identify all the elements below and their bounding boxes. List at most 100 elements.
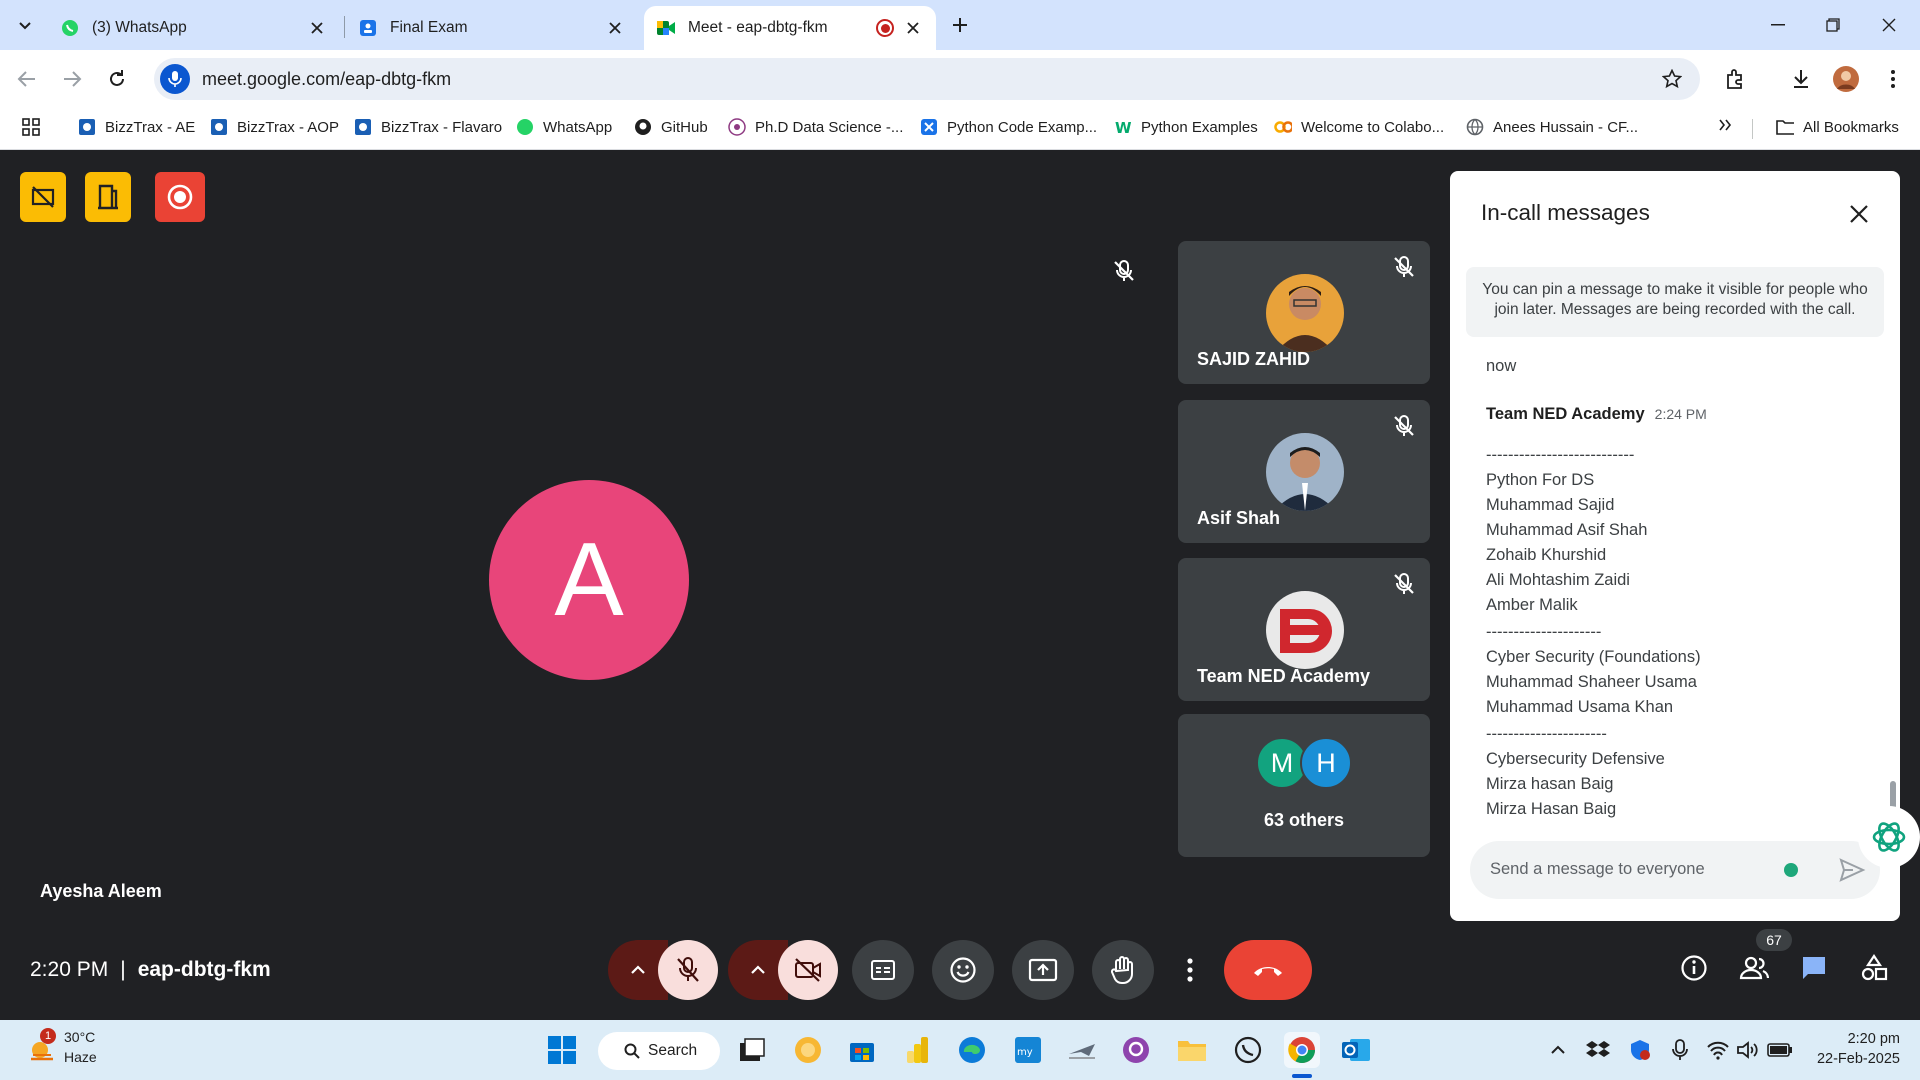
task-view-icon[interactable] — [734, 1032, 770, 1068]
colab-icon — [1274, 118, 1292, 136]
camera-toggle-button[interactable] — [778, 940, 838, 1000]
restore-window-icon[interactable] — [1810, 8, 1856, 42]
tray-microphone-icon[interactable] — [1662, 1032, 1698, 1068]
close-tab-icon[interactable] — [904, 19, 922, 37]
back-icon[interactable] — [10, 62, 44, 96]
file-explorer-icon[interactable] — [1174, 1032, 1210, 1068]
send-icon[interactable] — [1838, 856, 1866, 884]
battery-icon[interactable] — [1762, 1032, 1798, 1068]
people-icon[interactable] — [1732, 946, 1776, 990]
bookmark-colab[interactable]: Welcome to Colabo... — [1274, 118, 1444, 136]
participant-tile[interactable]: Asif Shah — [1178, 400, 1430, 543]
microphone-icon[interactable] — [160, 64, 190, 94]
windows-taskbar: 1 30°C Haze Search my 2:20 pm 22-Feb-202… — [0, 1020, 1920, 1080]
message-input-box[interactable]: Send a message to everyone — [1470, 841, 1880, 899]
bookmark-phd-data-science[interactable]: Ph.D Data Science -... — [728, 118, 903, 136]
tab-search-button[interactable] — [8, 8, 42, 42]
activities-icon[interactable] — [1852, 946, 1896, 990]
grammarly-dot-icon[interactable] — [1784, 863, 1798, 877]
message-line: ---------------------- — [1486, 725, 1607, 743]
meeting-info-separator: | — [120, 958, 126, 981]
more-bookmarks-chevron-icon[interactable] — [1718, 118, 1732, 132]
bookmark-python-code-examples[interactable]: Python Code Examp... — [920, 118, 1097, 136]
message-header: Team NED Academy 2:24 PM — [1486, 405, 1707, 424]
github-desktop-icon[interactable] — [1118, 1032, 1154, 1068]
reactions-button[interactable] — [932, 940, 994, 1000]
w3schools-icon: W — [1114, 118, 1132, 136]
others-tile[interactable]: M H 63 others — [1178, 714, 1430, 857]
bookmark-bizztrax-flavaro[interactable]: BizzTrax - Flavaro — [354, 118, 502, 136]
chrome-taskbar-icon[interactable] — [1284, 1032, 1320, 1068]
bookmark-bizztrax-ae[interactable]: BizzTrax - AE — [78, 118, 195, 136]
downloads-icon[interactable] — [1784, 62, 1818, 96]
participant-photo — [1266, 433, 1344, 511]
url-text: meet.google.com/eap-dbtg-fkm — [202, 68, 452, 89]
university-seal-icon — [728, 118, 746, 136]
close-tab-icon[interactable] — [606, 19, 624, 37]
chatgpt-assistant-icon[interactable] — [1858, 806, 1920, 868]
taskbar-search[interactable]: Search — [598, 1032, 720, 1070]
message-line: Cyber Security (Foundations) — [1486, 648, 1701, 666]
bookmark-bizztrax-aop[interactable]: BizzTrax - AOP — [210, 118, 339, 136]
raise-hand-button[interactable] — [1092, 940, 1154, 1000]
bookmark-anees-hussain[interactable]: Anees Hussain - CF... — [1466, 118, 1638, 136]
bookmark-star-icon[interactable] — [1661, 68, 1683, 94]
dropbox-icon[interactable] — [1580, 1032, 1616, 1068]
participant-tile[interactable]: Team NED Academy — [1178, 558, 1430, 701]
close-window-icon[interactable] — [1866, 8, 1912, 42]
all-bookmarks-button[interactable]: All Bookmarks — [1776, 118, 1899, 136]
bizztrax-icon — [78, 118, 96, 136]
microsoft-store-icon[interactable] — [844, 1032, 880, 1068]
close-panel-icon[interactable] — [1844, 199, 1874, 229]
participant-tile[interactable]: SAJID ZAHID — [1178, 241, 1430, 384]
tab-final-exam[interactable]: Final Exam — [348, 6, 638, 50]
bookmark-python-examples[interactable]: W Python Examples — [1114, 118, 1258, 137]
clock-date: 22-Feb-2025 — [1816, 1051, 1900, 1067]
whatsapp-desktop-icon[interactable] — [1230, 1032, 1266, 1068]
new-tab-icon[interactable] — [943, 8, 977, 42]
bookmark-whatsapp[interactable]: WhatsApp — [516, 118, 612, 136]
chrome-menu-icon[interactable] — [1876, 62, 1910, 96]
more-options-icon[interactable] — [1168, 940, 1212, 1000]
myhp-icon[interactable]: my — [1010, 1032, 1046, 1068]
message-line: Cybersecurity Defensive — [1486, 750, 1665, 768]
bookmark-github[interactable]: GitHub — [634, 118, 708, 136]
microphone-toggle-button[interactable] — [658, 940, 718, 1000]
forward-icon[interactable] — [55, 62, 89, 96]
edge-browser-icon[interactable] — [954, 1032, 990, 1068]
tab-meet[interactable]: Meet - eap-dbtg-fkm — [644, 6, 936, 50]
show-hidden-icons-chevron[interactable] — [1540, 1032, 1576, 1068]
outlook-icon[interactable] — [1338, 1032, 1374, 1068]
message-body: --------------------------- Python For D… — [1486, 443, 1701, 822]
meeting-details-icon[interactable] — [1672, 946, 1716, 990]
system-clock[interactable]: 2:20 pm 22-Feb-2025 — [1817, 1029, 1900, 1069]
leave-call-button[interactable] — [1224, 940, 1312, 1000]
message-line: Muhammad Sajid — [1486, 496, 1615, 514]
folder-icon — [1776, 118, 1794, 136]
widgets-app-icon[interactable] — [790, 1032, 826, 1068]
captions-button[interactable] — [852, 940, 914, 1000]
present-screen-button[interactable] — [1012, 940, 1074, 1000]
tab-whatsapp[interactable]: (3) WhatsApp — [50, 6, 340, 50]
airplane-app-icon[interactable] — [1064, 1032, 1100, 1068]
message-time: 2:24 PM — [1654, 406, 1707, 422]
svg-text:my: my — [1017, 1047, 1033, 1058]
address-bar[interactable]: meet.google.com/eap-dbtg-fkm — [154, 58, 1700, 100]
message-input[interactable]: Send a message to everyone — [1490, 860, 1705, 879]
power-bi-icon[interactable] — [900, 1032, 936, 1068]
volume-icon[interactable] — [1730, 1032, 1766, 1068]
profile-avatar[interactable] — [1829, 62, 1863, 96]
apps-grid-icon[interactable] — [22, 118, 40, 136]
chat-icon[interactable] — [1792, 946, 1836, 990]
close-tab-icon[interactable] — [308, 19, 326, 37]
reload-icon[interactable] — [100, 62, 134, 96]
windows-start-icon[interactable] — [544, 1032, 580, 1068]
bizztrax-icon — [354, 118, 372, 136]
recording-status-button[interactable] — [155, 172, 205, 222]
host-controls-button[interactable] — [20, 172, 66, 222]
clock-time: 2:20 pm — [1847, 1031, 1900, 1047]
extensions-icon[interactable] — [1718, 62, 1752, 96]
minimize-window-icon[interactable] — [1755, 8, 1801, 42]
security-shield-icon[interactable] — [1622, 1032, 1658, 1068]
companion-mode-button[interactable] — [85, 172, 131, 222]
